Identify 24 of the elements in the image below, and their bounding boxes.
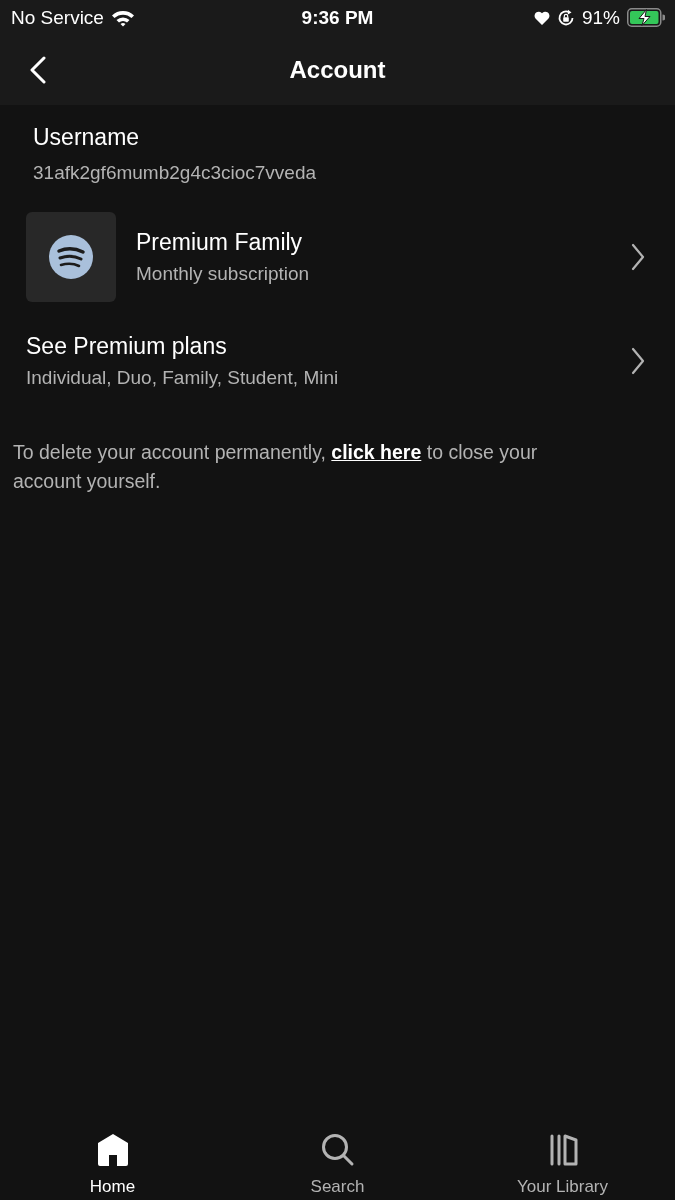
battery-charging-icon (627, 8, 665, 27)
battery-percent: 91% (581, 6, 620, 29)
plan-title[interactable]: See Premium plans (26, 331, 227, 361)
username-value: 31afk2gf6mumb2g4c3cioc7vveda (33, 161, 317, 185)
plan-title[interactable]: Premium Family (136, 227, 303, 257)
chevron-right-icon (631, 347, 645, 375)
plan-subtitle: Individual, Duo, Family, Student, Mini (26, 366, 339, 390)
rotation-lock-icon (556, 8, 575, 27)
wifi-icon (110, 8, 135, 27)
chevron-right-icon (631, 243, 645, 271)
carrier-text: No Service (11, 6, 104, 29)
page-title: Account (289, 56, 386, 84)
heart-icon (533, 10, 550, 25)
search-icon (319, 1132, 356, 1168)
click-here-link[interactable]: click here (331, 441, 422, 463)
plan-subtitle: Monthly subscription (136, 262, 310, 286)
delete-account-note: To delete your account permanently, click here to close your account yourself. (13, 440, 539, 494)
nav-tab[interactable]: Search (225, 1132, 450, 1198)
nav-tab[interactable]: Home (0, 1132, 225, 1198)
username-label: Username (33, 123, 140, 152)
plan-icon (26, 212, 116, 302)
back-button[interactable] (29, 56, 47, 84)
time-text: 9:36 PM (301, 6, 374, 29)
nav-tab[interactable]: Your Library (450, 1132, 675, 1198)
